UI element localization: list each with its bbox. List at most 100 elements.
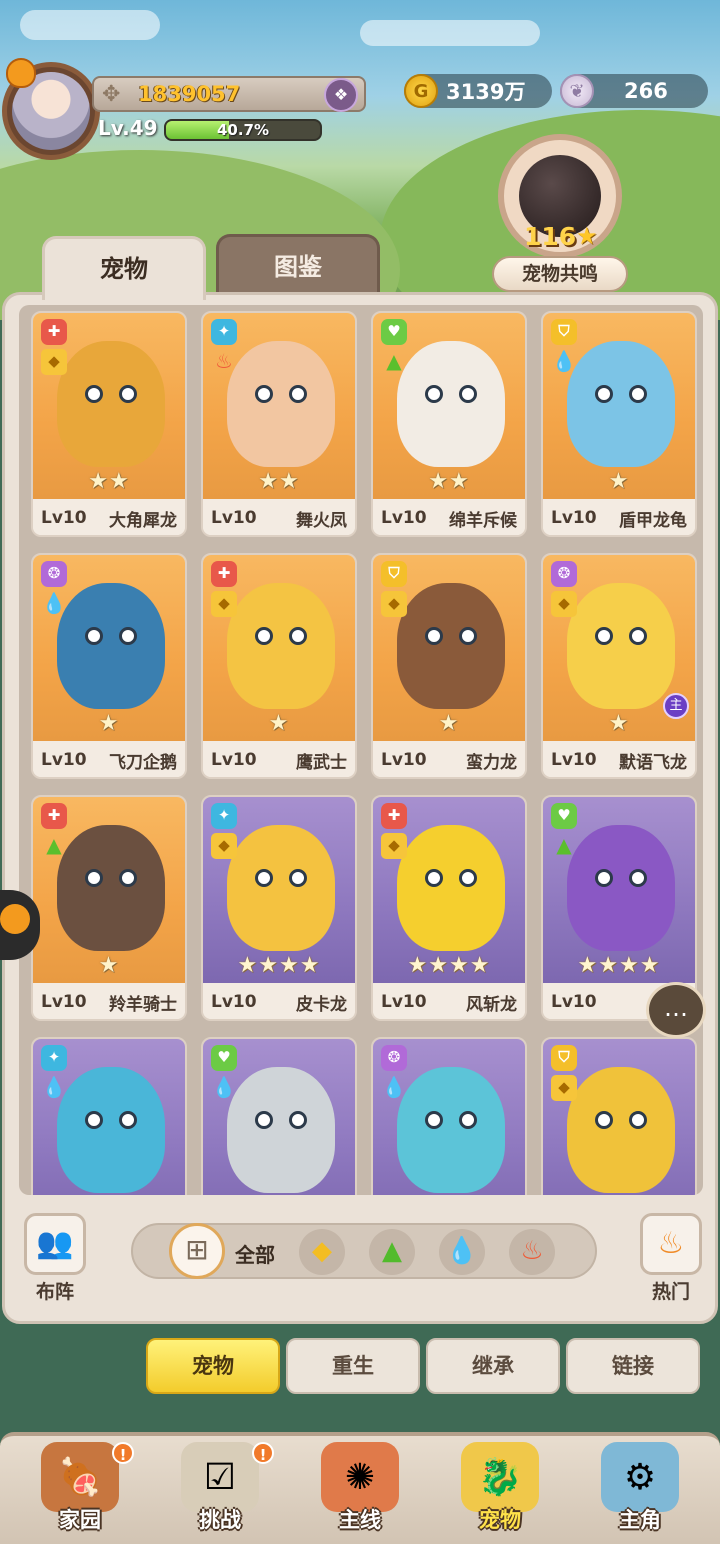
star-icon: ★ bbox=[576, 222, 598, 250]
pet-portrait: ✚ ◆ ★ bbox=[203, 555, 355, 741]
eye bbox=[289, 385, 307, 403]
pet-image bbox=[567, 341, 675, 467]
fire-filter-icon[interactable]: ♨ bbox=[509, 1229, 555, 1275]
subtab-rebirth[interactable]: 重生 bbox=[286, 1338, 420, 1394]
rank-badge-icon[interactable]: ❖ bbox=[324, 78, 358, 112]
pet-level: Lv10 bbox=[551, 750, 597, 770]
tab-pets[interactable]: 宠物 bbox=[42, 236, 206, 300]
pet-card[interactable]: ✚ ▲ ★ Lv10 羚羊骑士 bbox=[31, 795, 187, 1021]
nav-pets[interactable]: 🐉 宠物 bbox=[440, 1442, 560, 1544]
star-rating: ★ bbox=[268, 711, 290, 736]
pumpkin-icon bbox=[6, 58, 36, 88]
nav-pets-label: 宠物 bbox=[479, 1508, 521, 1532]
water-filter-icon[interactable]: 💧 bbox=[439, 1229, 485, 1275]
dragon-icon: 🐉 bbox=[461, 1442, 539, 1512]
pet-image bbox=[227, 583, 335, 709]
pet-image bbox=[397, 583, 505, 709]
power-bar: ✥ 1839057 ❖ bbox=[92, 76, 366, 112]
pet-portrait: ⛉ ◆ bbox=[543, 1039, 695, 1195]
star-rating: ★★★★ bbox=[577, 953, 661, 978]
pet-card[interactable]: ⛉ 💧 ★ Lv10 盾甲龙龟 bbox=[541, 311, 697, 537]
pet-image bbox=[57, 341, 165, 467]
pet-card[interactable]: ✚ ◆ ★★ Lv10 大角犀龙 bbox=[31, 311, 187, 537]
eye bbox=[629, 385, 647, 403]
pet-info: Lv10 皮卡龙 bbox=[203, 983, 355, 1019]
pet-name: 飞刀企鹅 bbox=[109, 752, 177, 773]
chat-icon[interactable]: … bbox=[646, 982, 706, 1038]
eye bbox=[629, 869, 647, 887]
pet-level: Lv10 bbox=[381, 992, 427, 1012]
pet-level: Lv10 bbox=[211, 508, 257, 528]
element-icon: ◆ bbox=[211, 833, 237, 859]
nav-challenge[interactable]: ☑ 挑战 ! bbox=[160, 1442, 280, 1544]
pet-card[interactable]: ❂ 💧 ★ Lv10 飞刀企鹅 bbox=[31, 553, 187, 779]
element-icon: ▲ bbox=[46, 833, 62, 857]
subtab-inherit[interactable]: 继承 bbox=[426, 1338, 560, 1394]
element-icon: ♨ bbox=[215, 349, 233, 373]
resonance-label: 宠物共鸣 bbox=[492, 256, 628, 292]
pet-info: Lv10 鹰武士 bbox=[203, 741, 355, 777]
coin-icon: G bbox=[404, 74, 438, 108]
formation-button[interactable]: 👥 布阵 bbox=[21, 1213, 89, 1303]
pet-image bbox=[227, 1067, 335, 1193]
pet-portrait: ✚ ▲ ★ bbox=[33, 797, 185, 983]
class-icon: ♥ bbox=[211, 1045, 237, 1071]
eye bbox=[119, 385, 137, 403]
pet-card[interactable]: ✦ ◆ ★★★★ Lv10 皮卡龙 bbox=[201, 795, 357, 1021]
pet-name: 大角犀龙 bbox=[109, 510, 177, 531]
tab-codex[interactable]: 图鉴 bbox=[216, 234, 380, 298]
eye bbox=[289, 627, 307, 645]
eye bbox=[459, 869, 477, 887]
pet-resonance-button[interactable]: 116 ★ 宠物共鸣 bbox=[484, 134, 636, 294]
pet-portrait: ⛉ 💧 ★ bbox=[543, 313, 695, 499]
pet-card[interactable]: ♥ ▲ ★★ Lv10 绵羊斥候 bbox=[371, 311, 527, 537]
pet-card[interactable]: ✦ ♨ ★★ Lv10 舞火凤 bbox=[201, 311, 357, 537]
coin-counter[interactable]: G 3139万 bbox=[404, 74, 552, 108]
pet-portrait: ✦ ◆ ★★★★ bbox=[203, 797, 355, 983]
grass-filter-icon[interactable]: ▲ bbox=[369, 1229, 415, 1275]
pet-level: Lv10 bbox=[41, 508, 87, 528]
pet-card[interactable]: ✚ ◆ ★ Lv10 鹰武士 bbox=[201, 553, 357, 779]
subtab-pets[interactable]: 宠物 bbox=[146, 1338, 280, 1394]
pet-name: 皮卡龙 bbox=[296, 994, 347, 1015]
coin-value: 3139万 bbox=[446, 80, 526, 104]
pet-image bbox=[57, 1067, 165, 1193]
nav-home[interactable]: 🍖 家园 ! bbox=[20, 1442, 140, 1544]
pet-image bbox=[227, 825, 335, 951]
earth-filter-icon[interactable]: ◆ bbox=[299, 1229, 345, 1275]
pet-card[interactable]: ✦ 💧 bbox=[31, 1037, 187, 1195]
hot-sort-button[interactable]: ♨ 热门 bbox=[637, 1213, 705, 1303]
pet-card[interactable]: ⛉ ◆ ★ Lv10 蛮力龙 bbox=[371, 553, 527, 779]
pet-image bbox=[567, 583, 675, 709]
pet-card[interactable]: ♥ 💧 bbox=[201, 1037, 357, 1195]
nav-hero[interactable]: ⚙ 主角 bbox=[580, 1442, 700, 1544]
pet-card[interactable]: ❂ ◆ ★ 主 Lv10 默语飞龙 bbox=[541, 553, 697, 779]
nav-hero-label: 主角 bbox=[619, 1508, 661, 1532]
eye bbox=[629, 627, 647, 645]
filter-all-icon[interactable]: ⊞ bbox=[169, 1223, 225, 1279]
subtab-link[interactable]: 链接 bbox=[566, 1338, 700, 1394]
pearl-counter[interactable]: ❦ 266 bbox=[560, 74, 708, 108]
element-icon: ◆ bbox=[41, 349, 67, 375]
pet-level: Lv10 bbox=[211, 750, 257, 770]
pet-grid[interactable]: ✚ ◆ ★★ Lv10 大角犀龙 ✦ ♨ ★★ Lv10 舞火凤 ♥ ▲ ★★ Lv10 绵羊斥候 ⛉ 💧 ★ Lv… bbox=[19, 305, 703, 1195]
formation-label: 布阵 bbox=[35, 1281, 74, 1303]
nav-main-quest[interactable]: ✺ 主线 bbox=[300, 1442, 420, 1544]
pet-portrait: ✚ ◆ ★★ bbox=[33, 313, 185, 499]
power-value: 1839057 bbox=[138, 82, 241, 106]
element-icon: ◆ bbox=[211, 591, 237, 617]
pet-card[interactable]: ⛉ ◆ bbox=[541, 1037, 697, 1195]
class-icon: ❂ bbox=[41, 561, 67, 587]
hot-label: 热门 bbox=[651, 1281, 690, 1303]
pet-info: Lv10 舞火凤 bbox=[203, 499, 355, 535]
nav-main-quest-label: 主线 bbox=[339, 1508, 381, 1532]
eye bbox=[425, 385, 443, 403]
star-rating: ★★ bbox=[88, 469, 130, 494]
pet-info: Lv10 大角犀龙 bbox=[33, 499, 185, 535]
pet-info: Lv10 蛮力龙 bbox=[373, 741, 525, 777]
meat-icon: 🍖 bbox=[41, 1442, 119, 1512]
pet-card[interactable]: ❂ 💧 bbox=[371, 1037, 527, 1195]
pet-level: Lv10 bbox=[381, 750, 427, 770]
filter-all-label[interactable]: 全部 bbox=[235, 1239, 275, 1268]
pet-card[interactable]: ✚ ◆ ★★★★ Lv10 风斩龙 bbox=[371, 795, 527, 1021]
